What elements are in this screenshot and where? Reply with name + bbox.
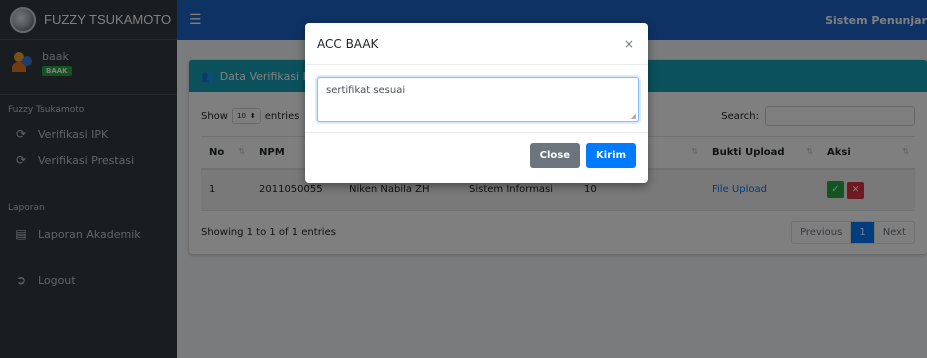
- resize-handle-icon[interactable]: ◢: [631, 112, 636, 120]
- modal-close-icon[interactable]: ×: [624, 37, 634, 51]
- acc-baak-modal: ACC BAAK × sertifikat sesuai ◢ Close Kir…: [305, 23, 648, 183]
- modal-title: ACC BAAK: [317, 36, 379, 51]
- close-button[interactable]: Close: [529, 143, 581, 168]
- note-textarea[interactable]: sertifikat sesuai ◢: [317, 77, 639, 122]
- submit-button[interactable]: Kirim: [586, 143, 636, 168]
- note-textarea-value: sertifikat sesuai: [326, 85, 406, 96]
